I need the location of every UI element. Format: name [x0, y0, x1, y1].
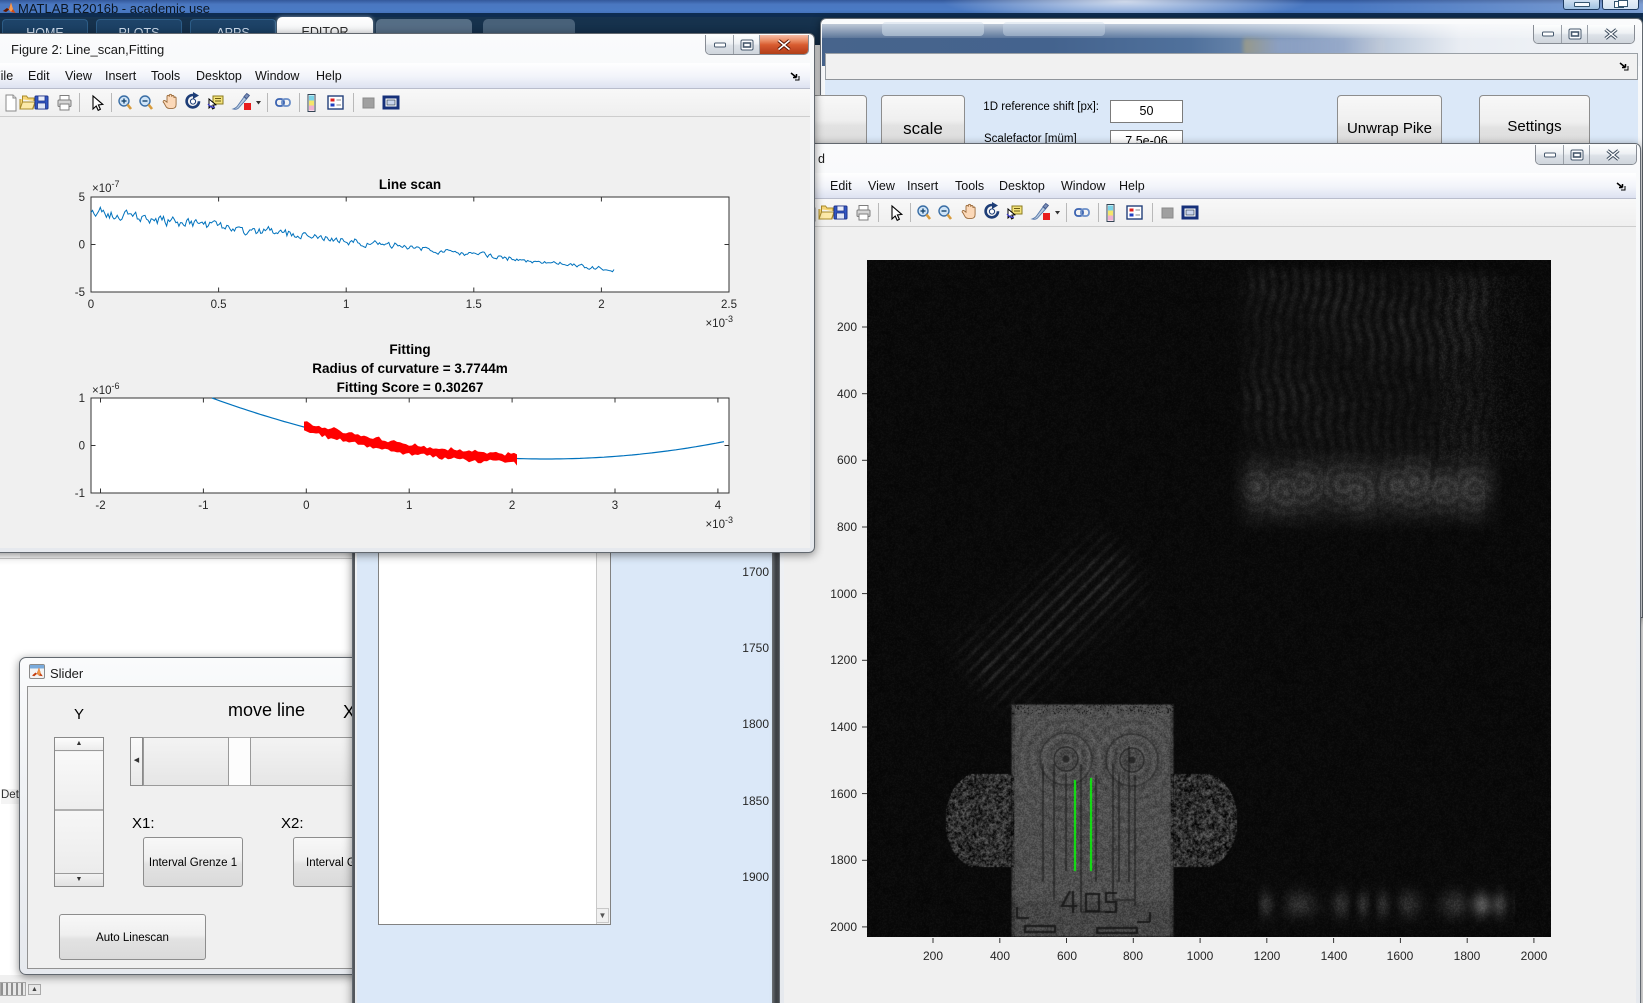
svg-text:×10-3: ×10-3 — [705, 314, 733, 330]
svg-text:Radius of curvature = 3.7744m: Radius of curvature = 3.7744m — [312, 361, 507, 376]
svg-text:-5: -5 — [75, 287, 85, 299]
svg-text:1: 1 — [406, 500, 412, 512]
svg-text:Fitting Score = 0.30267: Fitting Score = 0.30267 — [337, 380, 484, 395]
svg-text:-1: -1 — [198, 500, 208, 512]
svg-text:Fitting: Fitting — [389, 342, 430, 357]
svg-text:0: 0 — [303, 500, 309, 512]
svg-text:1.5: 1.5 — [466, 299, 482, 311]
svg-text:0: 0 — [88, 299, 94, 311]
svg-text:1: 1 — [79, 393, 85, 405]
svg-text:-2: -2 — [95, 500, 105, 512]
svg-text:1: 1 — [343, 299, 349, 311]
svg-text:5: 5 — [79, 192, 85, 204]
svg-text:3: 3 — [612, 500, 618, 512]
svg-text:2: 2 — [598, 299, 604, 311]
svg-text:×10-3: ×10-3 — [705, 515, 733, 531]
svg-text:0: 0 — [79, 240, 85, 252]
svg-text:4: 4 — [715, 500, 722, 512]
svg-text:2.5: 2.5 — [721, 299, 737, 311]
svg-text:×10-6: ×10-6 — [92, 381, 120, 397]
svg-text:-1: -1 — [75, 488, 85, 500]
svg-text:2: 2 — [509, 500, 515, 512]
svg-text:Line scan: Line scan — [379, 177, 441, 192]
svg-text:×10-7: ×10-7 — [92, 179, 120, 195]
svg-text:0: 0 — [79, 441, 85, 453]
svg-text:0.5: 0.5 — [211, 299, 227, 311]
